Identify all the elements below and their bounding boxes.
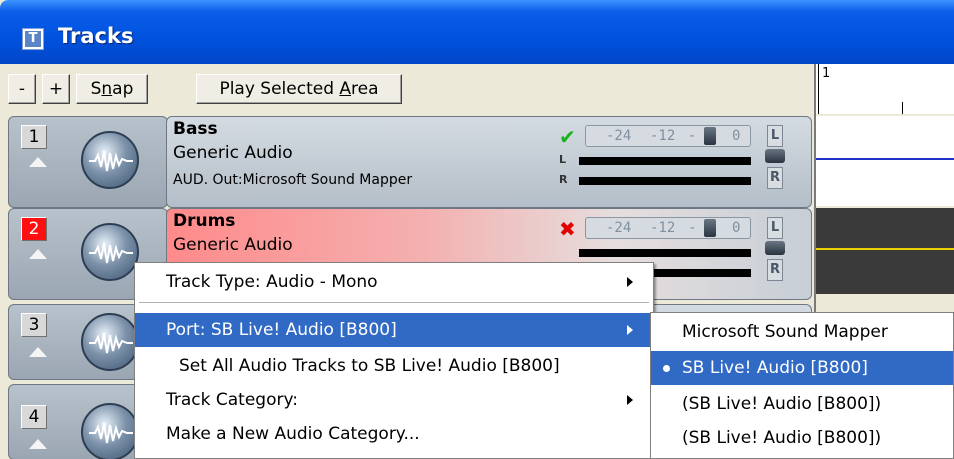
pan-slider[interactable] [765, 241, 785, 255]
play-label-accel: A [339, 79, 352, 99]
snap-label-accel: n [101, 79, 113, 99]
track-number[interactable]: 4 [21, 405, 47, 429]
left-channel-button[interactable]: L [767, 217, 783, 239]
right-channel-button[interactable]: R [767, 259, 783, 281]
port-option-sb-live-audio-alt-2[interactable]: (SB Live! Audio [B800]) [651, 421, 953, 455]
waveform-icon[interactable] [81, 131, 139, 189]
ruler-tick [902, 102, 903, 114]
volume-fader[interactable]: -24 -12 - 0 [585, 125, 751, 147]
collapse-arrow-icon[interactable] [29, 157, 47, 167]
collapse-arrow-icon[interactable] [29, 249, 47, 259]
ruler-tick [818, 64, 819, 114]
track-number[interactable]: 1 [21, 125, 47, 149]
x-icon[interactable]: ✖ [559, 217, 576, 241]
play-selected-area-button[interactable]: Play Selected Area [196, 74, 402, 104]
track-type: Generic Audio [173, 235, 293, 255]
submenu-arrow-icon [627, 277, 633, 287]
play-label: Play Selected [219, 79, 340, 99]
menu-item-new-audio-category[interactable]: Make a New Audio Category... [135, 417, 653, 451]
menu-item-track-category[interactable]: Track Category: [135, 383, 653, 417]
fader-mark: 0 [732, 220, 741, 236]
meter-left-label: L [559, 153, 567, 166]
track-name[interactable]: Bass [173, 119, 218, 139]
menu-item-port[interactable]: Port: SB Live! Audio [B800] [135, 313, 653, 347]
menu-item-label: Track Type: Audio - Mono [166, 272, 378, 292]
snap-label-rest: ap [112, 79, 134, 99]
zoom-in-button[interactable]: + [42, 74, 70, 104]
collapse-arrow-icon[interactable] [29, 439, 47, 449]
port-option-microsoft-sound-mapper[interactable]: Microsoft Sound Mapper [651, 315, 953, 349]
fader-mark: - [688, 220, 697, 236]
fader-mark: -12 [650, 220, 676, 236]
left-channel-button[interactable]: L [767, 125, 783, 147]
menu-item-label: Port: SB Live! Audio [B800] [166, 320, 397, 340]
track-body-1[interactable]: Bass Generic Audio AUD. Out:Microsoft So… [166, 116, 812, 208]
level-meter-left [579, 157, 751, 165]
fader-mark: - [688, 128, 697, 144]
submenu-arrow-icon [627, 325, 633, 335]
menu-item-label: Set All Audio Tracks to SB Live! Audio [… [179, 356, 560, 376]
track-row-1[interactable]: 1 Bass Generic Audio AUD. Out:Microsoft … [8, 116, 814, 208]
port-option-sb-live-audio[interactable]: SB Live! Audio [B800] [651, 351, 953, 385]
track-number[interactable]: 3 [21, 313, 47, 337]
track-lane-1[interactable] [816, 116, 954, 206]
check-icon[interactable]: ✔ [559, 125, 576, 149]
submenu-item-label: (SB Live! Audio [B800]) [682, 394, 882, 414]
level-meter-right [579, 177, 751, 185]
tracks-app-icon: T [22, 28, 44, 50]
submenu-arrow-icon [627, 395, 633, 405]
track-type: Generic Audio [173, 143, 293, 163]
track-name[interactable]: Drums [173, 211, 235, 231]
waveform-icon[interactable] [81, 403, 139, 459]
pan-slider[interactable] [765, 149, 785, 163]
toolbar: - + Snap Play Selected Area [8, 64, 814, 114]
snap-label: S [90, 79, 102, 99]
waveform-icon[interactable] [81, 313, 139, 371]
menu-separator [139, 302, 649, 304]
fader-mark: -12 [650, 128, 676, 144]
menu-item-label: Track Category: [166, 390, 299, 410]
tracks-window: T Tracks - + Snap Play Selected Area 1 1… [0, 0, 954, 459]
track-context-menu: Track Type: Audio - Mono Port: SB Live! … [134, 262, 654, 459]
right-channel-button[interactable]: R [767, 167, 783, 189]
collapse-arrow-icon[interactable] [29, 347, 47, 357]
fader-mark: 0 [732, 128, 741, 144]
time-ruler[interactable]: 1 [816, 64, 954, 114]
audio-line [816, 248, 954, 250]
submenu-item-label: (SB Live! Audio [B800]) [682, 428, 882, 448]
play-label-rest: rea [351, 79, 379, 99]
title-bar[interactable]: T Tracks [0, 0, 954, 64]
port-submenu: Microsoft Sound Mapper SB Live! Audio [B… [650, 312, 954, 459]
track-lane-2[interactable] [816, 208, 954, 294]
menu-item-track-type[interactable]: Track Type: Audio - Mono [135, 265, 653, 299]
radio-bullet-icon [663, 365, 670, 372]
fader-mark: -24 [606, 220, 632, 236]
snap-button[interactable]: Snap [76, 74, 148, 104]
track-number[interactable]: 2 [21, 217, 47, 241]
level-meter-left [579, 249, 751, 257]
meter-right-label: R [559, 173, 568, 186]
fader-mark: -24 [606, 128, 632, 144]
submenu-item-label: SB Live! Audio [B800] [682, 358, 868, 378]
submenu-item-label: Microsoft Sound Mapper [682, 322, 888, 342]
audio-line [816, 158, 954, 160]
track-port: AUD. Out:Microsoft Sound Mapper [173, 172, 413, 188]
ruler-label: 1 [822, 66, 831, 81]
zoom-out-button[interactable]: - [8, 74, 36, 104]
fader-knob[interactable] [704, 219, 716, 237]
menu-item-label: Make a New Audio Category... [166, 424, 420, 444]
window-title: Tracks [58, 24, 134, 48]
port-option-sb-live-audio-alt-1[interactable]: (SB Live! Audio [B800]) [651, 387, 953, 421]
track-header-1: 1 [8, 116, 168, 208]
menu-item-set-all-audio-tracks[interactable]: Set All Audio Tracks to SB Live! Audio [… [135, 349, 653, 383]
fader-knob[interactable] [704, 127, 716, 145]
volume-fader[interactable]: -24 -12 - 0 [585, 217, 751, 239]
waveform-icon[interactable] [81, 223, 139, 281]
